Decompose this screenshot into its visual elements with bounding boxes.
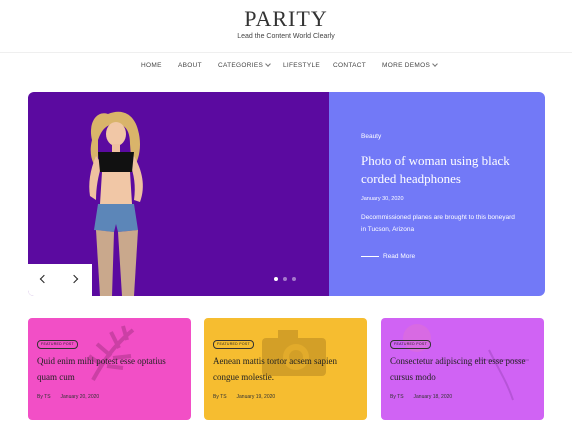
nav-label: CATEGORIES [218,62,264,69]
main-nav: HOME ABOUT CATEGORIES LIFESTYLE CONTACT … [0,61,572,74]
nav-item-more-demos[interactable]: MORE DEMOS [382,61,438,69]
site-logo[interactable]: PARITY [0,6,572,32]
card-title[interactable]: Consectetur adipiscing elit esse posse c… [390,353,540,385]
card-meta: By TS January 19, 2020 [213,394,275,400]
header-divider [0,52,572,53]
featured-card[interactable]: FEATURED POST Consectetur adipiscing eli… [381,318,544,420]
card-meta: By TS January 18, 2020 [390,394,452,400]
site-header: PARITY Lead the Content World Clearly [0,0,572,52]
chevron-right-icon[interactable] [60,264,92,296]
featured-badge: FEATURED POST [213,340,255,349]
chevron-down-icon [265,61,271,67]
hero-slider: Beauty Photo of woman using black corded… [28,92,545,296]
card-meta: By TS January 20, 2020 [37,394,99,400]
nav-item-about[interactable]: ABOUT [178,62,202,69]
nav-label: LIFESTYLE [283,62,321,69]
read-more-label: Read More [383,253,416,260]
slider-dot[interactable] [274,277,278,281]
featured-card[interactable]: FEATURED POST Quid enim mihi potest esse… [28,318,191,420]
featured-card[interactable]: FEATURED POST Aenean mattis tortor acsem… [204,318,367,420]
featured-badge: FEATURED POST [37,340,79,349]
card-title[interactable]: Quid enim mihi potest esse optatius quam… [37,353,187,385]
hero-category[interactable]: Beauty [361,133,381,140]
nav-item-home[interactable]: HOME [141,62,162,69]
card-date: January 18, 2020 [413,394,453,400]
slider-dot[interactable] [283,277,287,281]
card-author[interactable]: By TS [213,394,227,400]
nav-label: MORE DEMOS [382,62,431,69]
card-author[interactable]: By TS [37,394,51,400]
featured-badge: FEATURED POST [390,340,432,349]
card-date: January 19, 2020 [236,394,276,400]
hero-image[interactable] [28,92,329,296]
nav-item-categories[interactable]: CATEGORIES [218,61,271,69]
card-title[interactable]: Aenean mattis tortor acsem sapien congue… [213,353,363,385]
hero-excerpt: Decommissioned planes are brought to thi… [361,214,515,233]
read-more-link[interactable]: Read More [361,253,415,263]
read-more-line [361,255,379,257]
chevron-left-icon[interactable] [28,264,60,296]
hero-date: January 30, 2020 [361,196,404,202]
chevron-down-icon [432,61,438,67]
card-author[interactable]: By TS [390,394,404,400]
nav-item-lifestyle[interactable]: LIFESTYLE [283,62,320,69]
slider-controls [28,264,92,296]
nav-label: ABOUT [178,62,202,69]
hero-title[interactable]: Photo of woman using black corded headph… [361,152,531,188]
slider-dot[interactable] [292,277,296,281]
card-date: January 20, 2020 [60,394,100,400]
nav-item-contact[interactable]: CONTACT [333,62,366,69]
hero-content: Beauty Photo of woman using black corded… [329,92,545,296]
nav-label: HOME [141,62,162,69]
nav-label: CONTACT [333,62,367,69]
site-tagline: Lead the Content World Clearly [237,33,335,40]
